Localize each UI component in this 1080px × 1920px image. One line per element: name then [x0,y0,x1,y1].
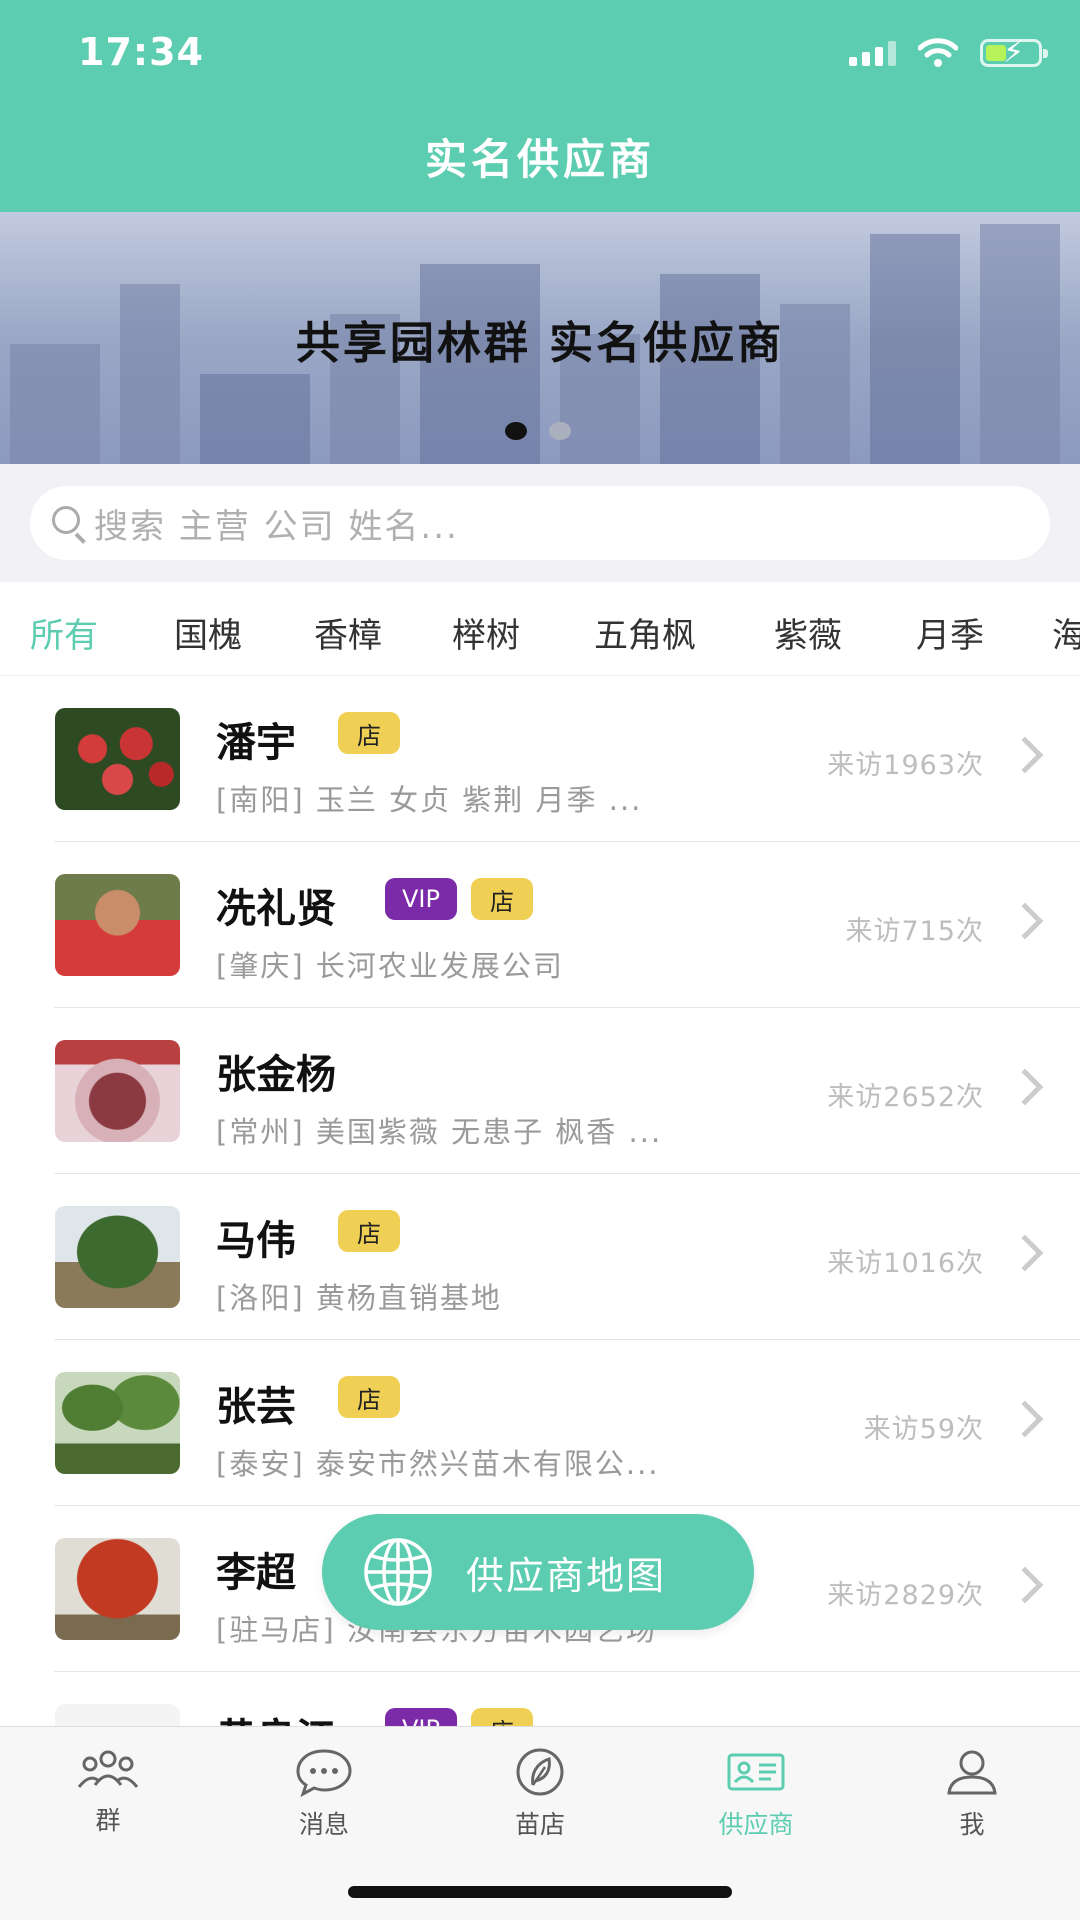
supplier-map-button[interactable]: 供应商地图 [322,1514,754,1630]
nav-item-me[interactable]: 我 [892,1747,1052,1841]
avatar [55,1538,180,1640]
nav-label: 我 [959,1810,985,1839]
avatar [55,874,180,976]
supplier-desc: [南阳] 玉兰 女贞 紫荆 月季 ... [216,783,643,817]
header: 17:34 ⚡ 实名供应商 [0,0,1080,212]
avatar [55,1372,180,1474]
search-input[interactable]: 搜索 主营 公司 姓名... [30,486,1050,560]
map-button-label: 供应商地图 [466,1553,667,1598]
carousel-dot[interactable] [549,422,571,440]
visit-count: 来访59次 [863,1414,984,1445]
leaf-icon [516,1748,564,1796]
tab-jushu[interactable]: 榉树 [452,608,520,657]
badges: 店 [338,1210,400,1252]
supplier-desc: [肇庆] 长河农业发展公司 [216,949,564,983]
tab-hai[interactable]: 海 [1052,608,1080,657]
visit-count: 来访1963次 [827,750,984,781]
nav-item-group[interactable]: 群 [28,1747,188,1837]
supplier-row[interactable]: 张芸 店 [泰安] 泰安市然兴苗木有限公... 来访59次 [0,1340,1080,1506]
chevron-right-icon [1006,1566,1044,1604]
tab-yueji[interactable]: 月季 [916,608,984,657]
supplier-name: 张芸 [216,1384,296,1430]
supplier-desc: [洛阳] 黄杨直销基地 [216,1281,502,1315]
group-icon [77,1750,139,1788]
nav-label: 消息 [298,1810,349,1839]
nav-label: 群 [95,1806,121,1835]
supplier-desc: [常州] 美国紫薇 无患子 枫香 ... [216,1115,663,1149]
tab-all[interactable]: 所有 [30,608,98,657]
supplier-desc: [泰安] 泰安市然兴苗木有限公... [216,1447,660,1481]
supplier-name: 张金杨 [216,1052,336,1098]
search-area: 搜索 主营 公司 姓名... [0,464,1080,582]
avatar [55,708,180,810]
tab-xiangzhang[interactable]: 香樟 [314,608,382,657]
tab-ziwei[interactable]: 紫薇 [774,608,842,657]
banner-text: 共享园林群 实名供应商 [295,318,785,369]
search-placeholder: 搜索 主营 公司 姓名... [94,506,459,547]
nav-item-supplier[interactable]: 供应商 [676,1747,836,1841]
carousel-dot[interactable] [505,422,527,440]
status-icons: ⚡ [849,36,1048,70]
signal-icon [849,40,896,66]
tab-guohuai[interactable]: 国槐 [174,608,242,657]
status-time: 17:34 [78,30,204,74]
supplier-card-icon [727,1753,785,1791]
shop-badge: 店 [338,712,400,754]
chevron-right-icon [1006,902,1044,940]
chevron-right-icon [1006,1068,1044,1106]
supplier-name: 冼礼贤 [216,886,336,932]
home-indicator[interactable] [348,1886,732,1898]
badges: 店 [338,712,400,754]
avatar [55,1040,180,1142]
message-icon [296,1749,352,1797]
globe-icon [364,1538,432,1606]
chevron-right-icon [1006,1400,1044,1438]
visit-count: 来访1016次 [827,1248,984,1279]
person-icon [947,1750,997,1795]
shop-badge: 店 [338,1376,400,1418]
supplier-row[interactable]: 冼礼贤 VIP 店 [肇庆] 长河农业发展公司 来访715次 [0,842,1080,1008]
page-title: 实名供应商 [424,135,655,184]
search-icon [50,504,88,544]
badges: 店 [338,1376,400,1418]
shop-badge: 店 [471,878,533,920]
avatar [55,1206,180,1308]
supplier-name: 李超 [216,1550,296,1596]
nav-label: 苗店 [514,1810,565,1839]
supplier-row[interactable]: 马伟 店 [洛阳] 黄杨直销基地 来访1016次 [0,1174,1080,1340]
vip-badge: VIP [385,878,457,920]
nav-label: 供应商 [718,1810,794,1839]
category-tabs: 所有 国槐 香樟 榉树 五角枫 紫薇 月季 海 [0,582,1080,676]
chevron-right-icon [1006,736,1044,774]
supplier-row[interactable]: 潘宇 店 [南阳] 玉兰 女贞 紫荆 月季 ... 来访1963次 [0,676,1080,842]
nav-item-messages[interactable]: 消息 [244,1747,404,1841]
chevron-right-icon [1006,1234,1044,1272]
supplier-name: 马伟 [216,1218,296,1264]
supplier-name: 潘宇 [216,720,296,766]
shop-badge: 店 [338,1210,400,1252]
battery-icon: ⚡ [980,36,1048,70]
carousel-dots [505,422,571,440]
wifi-icon [918,38,958,67]
visit-count: 来访2652次 [827,1082,984,1113]
visit-count: 来访2829次 [827,1580,984,1611]
badges: VIP 店 [385,878,533,920]
supplier-row[interactable]: 张金杨 [常州] 美国紫薇 无患子 枫香 ... 来访2652次 [0,1008,1080,1174]
nav-item-nursery[interactable]: 苗店 [460,1747,620,1841]
tab-wujiaofeng[interactable]: 五角枫 [594,608,696,657]
visit-count: 来访715次 [845,916,984,947]
